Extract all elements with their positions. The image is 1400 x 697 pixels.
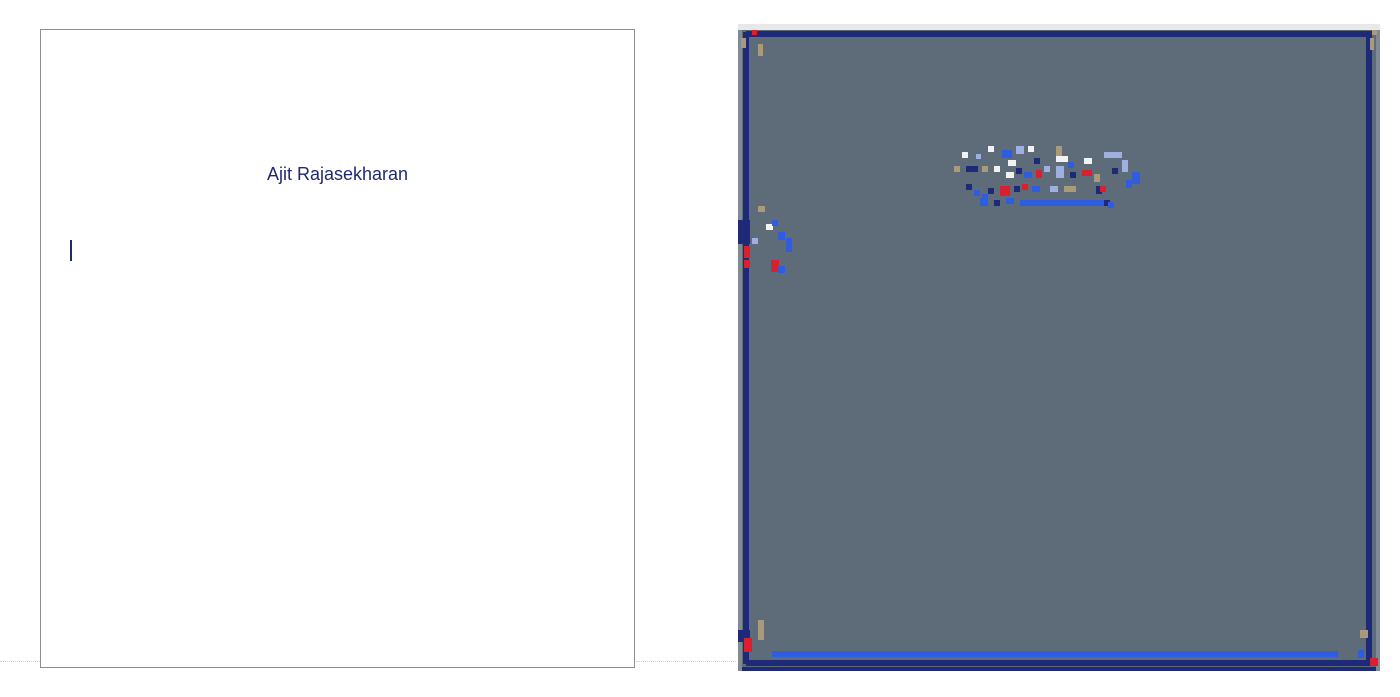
head-glitch-39 [1050,186,1058,192]
head-glitch-4 [1002,150,1012,158]
frame-top [738,24,1380,30]
left-glitch-k [778,266,785,273]
head-glitch-30 [1126,180,1132,188]
head-glitch-5 [1016,146,1024,154]
corner-tl-tan2 [758,44,763,56]
head-glitch-37 [1022,184,1028,190]
corner-tr-tan [1372,30,1377,35]
head-glitch-14 [1122,160,1128,172]
head-glitch-32 [974,190,980,196]
head-glitch-34 [988,188,994,194]
head-glitch-48 [1108,202,1114,208]
head-glitch-11 [1068,162,1074,168]
head-glitch-13 [1104,152,1122,158]
left-glitch-h [786,238,792,252]
bottom-right-glitch-c [1358,650,1364,658]
corner-tr-tan2 [1370,38,1374,50]
head-glitch-25 [1070,172,1076,178]
head-glitch-26 [1082,170,1092,176]
head-glitch-28 [1112,168,1118,174]
frame-right-line [1366,32,1372,664]
left-glitch-b [758,206,765,212]
head-glitch-12 [1084,158,1092,164]
head-glitch-29 [1132,172,1140,184]
head-glitch-45 [1006,198,1014,204]
corner-tl-tan [741,38,746,48]
head-glitch-2 [976,154,981,159]
head-glitch-43 [980,198,988,206]
head-glitch-15 [954,166,960,172]
left-glitch-e [744,246,750,258]
frame-left-edge [738,30,742,671]
head-glitch-36 [1014,186,1020,192]
head-glitch-31 [966,184,972,190]
baseline-middle [636,661,736,662]
head-glitch-3 [988,146,994,152]
render-preview [738,24,1380,671]
text-cursor [70,240,72,261]
frame-right-edge [1376,30,1380,671]
frame-left-line [743,32,749,664]
baseline-left [0,661,40,662]
bottom-right-glitch-b [1370,658,1378,666]
head-glitch-18 [994,166,1000,172]
left-glitch-d [772,220,778,226]
left-glitch-i [744,260,750,268]
head-glitch-27 [1094,174,1100,182]
head-glitch-19 [1006,172,1014,178]
document-heading: Ajit Rajasekharan [266,164,409,184]
head-glitch-42 [1100,186,1106,192]
head-glitch-44 [994,200,1000,206]
frame-bottom [738,667,1380,671]
head-glitch-6 [1028,146,1034,152]
left-glitch-a [738,220,750,244]
left-glitch-g [778,232,785,240]
bottom-left-glitch-b [744,638,752,652]
head-glitch-8 [1034,158,1040,164]
head-glitch-1 [962,152,968,158]
left-glitch-f [752,238,758,244]
head-glitch-10 [1056,156,1068,162]
head-glitch-24 [1056,166,1064,178]
bottom-left-glitch-c [758,620,764,640]
head-glitch-38 [1032,186,1040,192]
head-glitch-9 [1056,146,1062,156]
document-page[interactable]: Ajit Rajasekharan [40,29,635,668]
head-glitch-16 [966,166,978,172]
head-glitch-7 [1008,160,1016,166]
frame-top-line [746,31,1372,37]
head-glitch-21 [1024,172,1032,178]
head-glitch-35 [1000,186,1010,196]
stage: Ajit Rajasekharan [0,0,1400,697]
head-glitch-40 [1064,186,1076,192]
bottom-right-glitch-a [1360,630,1368,638]
head-glitch-46 [1020,200,1104,206]
head-glitch-23 [1044,166,1050,172]
head-glitch-20 [1016,168,1022,174]
head-glitch-17 [982,166,988,172]
corner-tl-red [752,30,757,35]
frame-bottom-line [746,660,1372,666]
head-glitch-22 [1036,170,1042,178]
bottom-bar [772,651,1338,657]
